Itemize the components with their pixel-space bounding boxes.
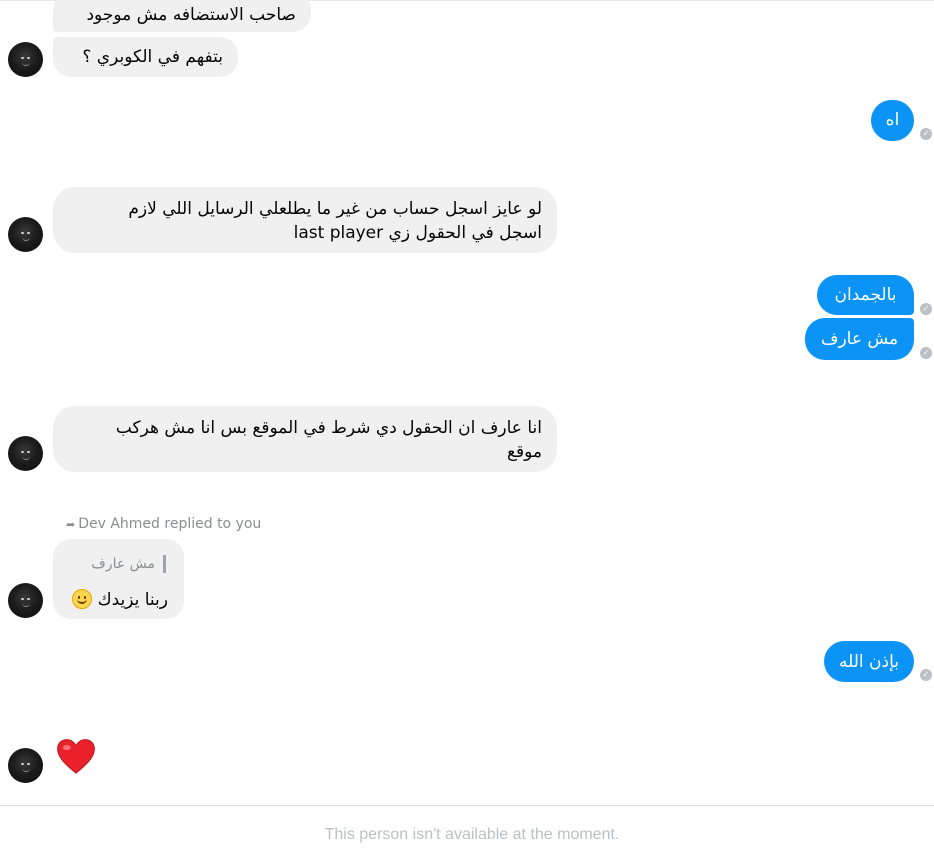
outgoing-message[interactable]: بإذن الله	[824, 641, 914, 682]
outgoing-message[interactable]: بالجمدان	[817, 275, 914, 315]
quoted-message[interactable]: مش عارف	[91, 555, 166, 573]
heart-emoji-icon[interactable]	[55, 735, 97, 777]
reply-message-body: ربنا يزيدك	[71, 588, 168, 612]
reply-note-text: Dev Ahmed replied to you	[78, 516, 262, 532]
seen-check-icon: ✓	[920, 669, 932, 681]
seen-check-icon: ✓	[920, 128, 932, 140]
contact-avatar[interactable]	[8, 42, 43, 77]
contact-avatar[interactable]	[8, 217, 43, 252]
message-text: ربنا يزيدك	[97, 590, 168, 610]
message-text-line: اسجل في الحقول زي last player	[68, 221, 542, 245]
incoming-message[interactable]: لو عايز اسجل حساب من غير ما يطلعلي الرسا…	[53, 187, 557, 253]
contact-avatar[interactable]	[8, 583, 43, 618]
message-text: اه	[885, 110, 900, 130]
availability-status: This person isn't available at the momen…	[324, 826, 620, 843]
outgoing-message[interactable]: مش عارف	[805, 318, 914, 360]
reply-indicator: ➦ Dev Ahmed replied to you	[66, 516, 261, 532]
reply-message[interactable]: مش عارف ربنا يزيدك	[53, 539, 184, 619]
message-text-line: لو عايز اسجل حساب من غير ما يطلعلي الرسا…	[128, 199, 542, 219]
message-text-line: موقع	[506, 442, 542, 462]
seen-check-icon: ✓	[920, 303, 932, 315]
incoming-message[interactable]: بتفهم في الكوبري ؟	[53, 37, 238, 77]
outgoing-message[interactable]: اه	[871, 100, 914, 141]
message-text: اسجل في الحقول زي	[383, 223, 542, 243]
message-text: بتفهم في الكوبري ؟	[82, 47, 223, 67]
message-text-latin: last player	[293, 223, 384, 243]
message-text: بالجمدان	[834, 285, 897, 305]
seen-check-icon: ✓	[920, 347, 932, 359]
incoming-message[interactable]: صاحب الاستضافه مش موجود	[53, 0, 311, 32]
message-text: بإذن الله	[838, 652, 899, 672]
contact-avatar[interactable]	[8, 748, 43, 783]
message-text: صاحب الاستضافه مش موجود	[86, 5, 296, 25]
message-text: مش عارف	[820, 329, 899, 349]
composer-divider	[0, 805, 934, 806]
message-text-line: انا عارف ان الحقول دي شرط في الموقع بس ا…	[115, 418, 542, 438]
reply-arrow-icon: ➦	[66, 518, 76, 531]
incoming-message[interactable]: انا عارف ان الحقول دي شرط في الموقع بس ا…	[53, 406, 557, 472]
contact-avatar[interactable]	[8, 436, 43, 471]
smiley-emoji-icon	[71, 589, 92, 609]
